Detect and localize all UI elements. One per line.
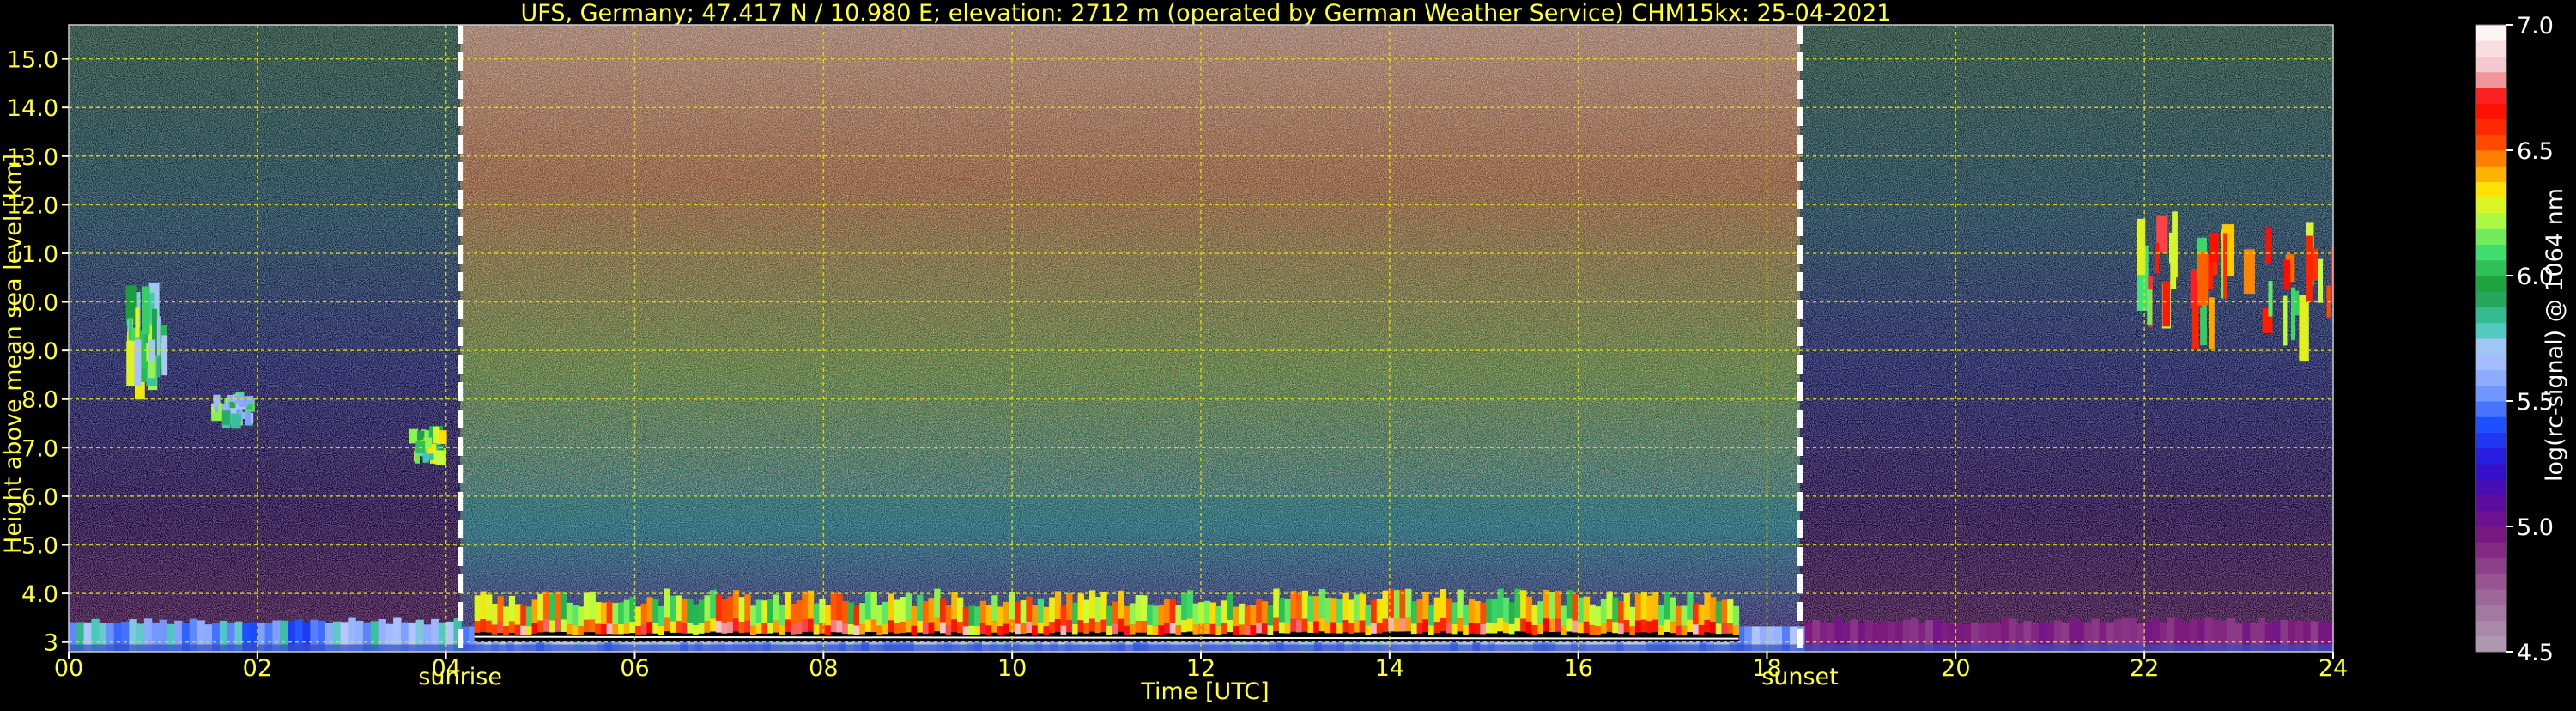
x-tick-label: 10	[997, 655, 1027, 682]
colorbar-segment	[2476, 401, 2506, 417]
y-tick-label: 15.0	[7, 47, 58, 74]
x-tick-label: 22	[2130, 655, 2159, 682]
colorbar-segment	[2476, 432, 2506, 449]
x-tick-label: 14	[1375, 655, 1404, 682]
colorbar-segment	[2476, 276, 2506, 292]
colorbar-segment	[2476, 447, 2506, 465]
colorbar-segment	[2476, 197, 2506, 214]
x-tick-label: 00	[54, 655, 83, 682]
colorbar-segment	[2476, 56, 2506, 73]
y-tick-label: 14.0	[7, 95, 58, 122]
colorbar-segment	[2476, 620, 2506, 637]
feature-daytime-convective-layer	[474, 588, 1740, 642]
ceilometer-chart: UFS, Germany; 47.417 N / 10.980 E; eleva…	[0, 0, 2568, 705]
colorbar-segment	[2476, 635, 2506, 653]
colorbar-segment	[2476, 526, 2506, 543]
y-tick-label: 6.0	[21, 484, 58, 511]
colorbar-tick-label: 6.5	[2517, 138, 2554, 165]
colorbar-segment	[2476, 88, 2506, 104]
ceilometer-figure: UFS, Germany; 47.417 N / 10.980 E; eleva…	[0, 0, 2576, 708]
y-tick-label: 9.0	[21, 338, 58, 365]
colorbar-segment	[2476, 510, 2506, 527]
colorbar-segment	[2476, 213, 2506, 229]
colorbar-segment	[2476, 134, 2506, 151]
colorbar-segment	[2476, 307, 2506, 324]
colorbar-segment	[2476, 573, 2506, 590]
x-tick-label: 20	[1941, 655, 1970, 682]
colorbar-segment	[2476, 369, 2506, 386]
colorbar-segment	[2476, 322, 2506, 339]
colorbar-segment	[2476, 479, 2506, 495]
x-axis-label: Time [UTC]	[1140, 678, 1269, 705]
plot-area	[69, 25, 2333, 652]
colorbar-segment	[2476, 181, 2506, 198]
colorbar-segment	[2476, 605, 2506, 621]
colorbar-segment	[2476, 589, 2506, 605]
x-tick-label: 24	[2318, 655, 2348, 682]
x-tick-label: 04	[431, 655, 460, 682]
colorbar-segment	[2476, 495, 2506, 512]
colorbar-segment	[2476, 228, 2506, 245]
colorbar-tick-label: 4.5	[2517, 640, 2554, 666]
colorbar-segment	[2476, 103, 2506, 119]
colorbar-segment	[2476, 25, 2506, 41]
y-tick-label: 3	[44, 630, 58, 657]
colorbar-segment	[2476, 71, 2506, 88]
y-axis-label: Height above mean sea level [km]	[0, 154, 27, 554]
y-tick-label: 4.0	[21, 581, 58, 608]
colorbar-segment	[2476, 150, 2506, 167]
colorbar-segment	[2476, 244, 2506, 261]
x-tick-label: 16	[1563, 655, 1592, 682]
colorbar-segment	[2476, 338, 2506, 355]
colorbar-segment	[2476, 464, 2506, 480]
y-tick-label: 5.0	[21, 533, 58, 560]
colorbar-tick-label: 5.0	[2517, 514, 2554, 541]
y-tick-label: 8.0	[21, 387, 58, 414]
colorbar-segment	[2476, 118, 2506, 136]
y-tick-label: 7.0	[21, 435, 58, 462]
colorbar-segment	[2476, 557, 2506, 574]
colorbar-segment	[2476, 416, 2506, 433]
title-text: UFS, Germany; 47.417 N / 10.980 E; eleva…	[521, 0, 1892, 27]
colorbar-tick-label: 7.0	[2517, 13, 2554, 40]
x-tick-label: 18	[1752, 655, 1781, 682]
colorbar-segment	[2476, 542, 2506, 558]
day-noise	[460, 25, 1800, 495]
colorbar-label: log(rc-signal) @ 1064 nm	[2542, 188, 2568, 482]
colorbar-segment	[2476, 259, 2506, 276]
x-axis: 00 02 04 06 08 10 12 14 16 18 20 22 24	[54, 652, 2348, 682]
chart-title: UFS, Germany; 47.417 N / 10.980 E; eleva…	[521, 0, 1892, 27]
colorbar-segment	[2476, 166, 2506, 182]
colorbar-segment	[2476, 40, 2506, 57]
colorbar-segment	[2476, 354, 2506, 370]
colorbar-segment	[2476, 291, 2506, 307]
x-tick-label: 08	[809, 655, 838, 682]
x-tick-label: 06	[620, 655, 649, 682]
x-tick-label: 02	[243, 655, 272, 682]
colorbar-segment	[2476, 385, 2506, 402]
